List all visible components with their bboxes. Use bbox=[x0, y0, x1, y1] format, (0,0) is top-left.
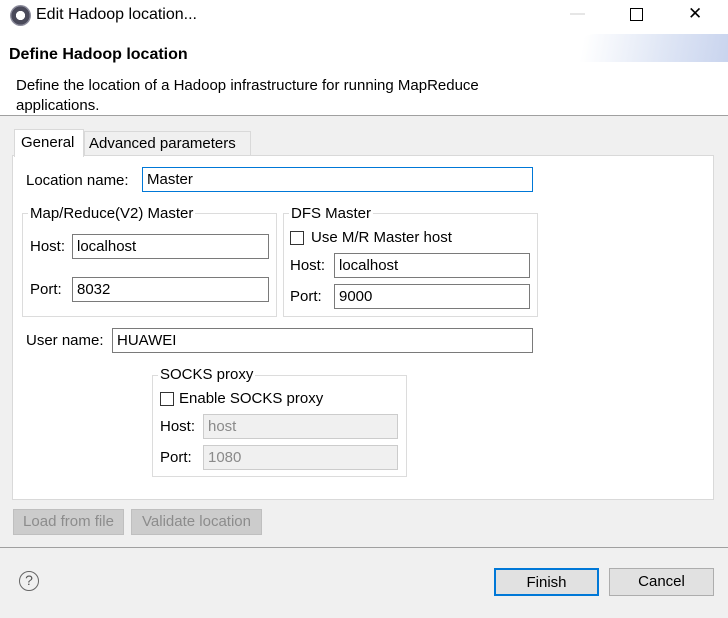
banner-graphic bbox=[568, 34, 728, 62]
use-mr-host-checkbox[interactable] bbox=[290, 231, 304, 245]
footer-separator bbox=[0, 547, 728, 548]
enable-socks-label[interactable]: Enable SOCKS proxy bbox=[179, 390, 323, 408]
mr-master-title: Map/Reduce(V2) Master bbox=[28, 205, 196, 223]
dfs-master-title: DFS Master bbox=[289, 205, 374, 223]
title-bar: Edit Hadoop location... — ✕ bbox=[0, 0, 728, 30]
page-title: Define Hadoop location bbox=[9, 46, 188, 63]
location-name-input[interactable]: Master bbox=[142, 167, 533, 192]
tab-advanced-label: Advanced parameters bbox=[89, 135, 236, 152]
window-title: Edit Hadoop location... bbox=[36, 6, 197, 23]
user-name-input[interactable]: HUAWEI bbox=[112, 328, 533, 353]
user-name-label: User name: bbox=[26, 332, 104, 349]
close-button[interactable]: ✕ bbox=[688, 5, 702, 23]
page-description: Define the location of a Hadoop infrastr… bbox=[16, 77, 479, 94]
socks-proxy-title: SOCKS proxy bbox=[158, 366, 256, 384]
enable-socks-checkbox[interactable] bbox=[160, 392, 174, 406]
mr-port-input[interactable]: 8032 bbox=[72, 277, 269, 302]
dfs-host-input[interactable]: localhost bbox=[334, 253, 530, 278]
minimize-button[interactable]: — bbox=[570, 5, 585, 23]
tab-general-label: General bbox=[21, 134, 75, 151]
cancel-button[interactable]: Cancel bbox=[609, 568, 714, 596]
mr-port-label: Port: bbox=[30, 281, 62, 298]
eclipse-app-icon bbox=[10, 5, 31, 26]
validate-location-button[interactable]: Validate location bbox=[131, 509, 262, 535]
use-mr-host-label[interactable]: Use M/R Master host bbox=[311, 229, 452, 247]
socks-port-label: Port: bbox=[160, 449, 192, 466]
maximize-button[interactable] bbox=[630, 8, 643, 21]
socks-host-input[interactable]: host bbox=[203, 414, 398, 439]
tab-general[interactable]: General bbox=[14, 129, 84, 157]
page-description-cont: applications. bbox=[16, 97, 100, 114]
socks-host-label: Host: bbox=[160, 418, 196, 435]
socks-port-input[interactable]: 1080 bbox=[203, 445, 398, 470]
load-from-file-button[interactable]: Load from file bbox=[13, 509, 124, 535]
help-icon[interactable]: ? bbox=[19, 571, 39, 591]
wizard-header: Define Hadoop location Define the locati… bbox=[0, 30, 728, 116]
mr-host-label: Host: bbox=[30, 238, 66, 255]
dfs-port-input[interactable]: 9000 bbox=[334, 284, 530, 309]
dfs-port-label: Port: bbox=[290, 288, 322, 305]
dfs-host-label: Host: bbox=[290, 257, 326, 274]
finish-button[interactable]: Finish bbox=[494, 568, 599, 596]
tab-advanced-parameters[interactable]: Advanced parameters bbox=[84, 131, 251, 155]
mr-host-input[interactable]: localhost bbox=[72, 234, 269, 259]
location-name-label: Location name: bbox=[26, 172, 129, 189]
